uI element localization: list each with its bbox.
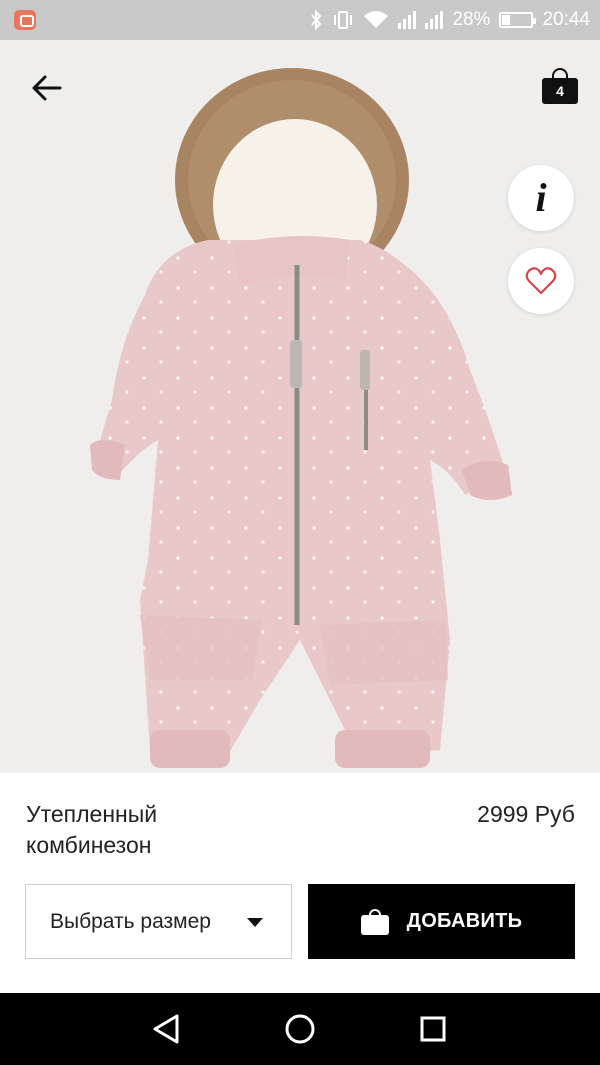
info-icon: i (535, 175, 547, 220)
product-price: 2999 Руб (477, 801, 575, 827)
battery-percent: 28% (452, 9, 491, 30)
nav-back-button[interactable] (146, 1011, 186, 1047)
system-icons: 28% 20:44 (309, 0, 590, 40)
favorite-button[interactable] (508, 248, 574, 314)
bluetooth-icon (311, 9, 322, 31)
cart-button[interactable]: 4 (540, 66, 580, 110)
battery-icon (499, 12, 537, 28)
cart-count-badge: 4 (542, 78, 578, 104)
product-panel: Утепленный комбинезон 2999 Руб Выбрать р… (0, 773, 600, 993)
signal-icon (398, 11, 417, 29)
back-button[interactable] (22, 66, 72, 110)
vibrate-icon (334, 11, 353, 29)
add-to-cart-button[interactable]: ДОБАВИТЬ (308, 884, 575, 959)
arrow-left-icon (32, 75, 62, 101)
signal-icon (425, 11, 444, 29)
triangle-back-icon (153, 1014, 179, 1044)
heart-outline-icon (525, 267, 557, 295)
product-image-area: 4 i (0, 40, 600, 773)
status-bar: 28% 20:44 (0, 0, 600, 40)
product-image[interactable] (0, 40, 600, 773)
add-to-cart-label: ДОБАВИТЬ (406, 910, 523, 932)
wifi-icon (364, 11, 389, 28)
nav-home-button[interactable] (280, 1011, 320, 1047)
size-select-label: Выбрать размер (50, 909, 211, 933)
shopping-bag-icon (360, 908, 389, 935)
caret-down-icon (247, 918, 263, 927)
circle-home-icon (285, 1014, 315, 1044)
square-recents-icon (420, 1016, 446, 1042)
navigation-bar (0, 993, 600, 1065)
info-button[interactable]: i (508, 165, 574, 231)
nav-recents-button[interactable] (413, 1011, 453, 1047)
size-select[interactable]: Выбрать размер (25, 884, 292, 959)
notification-app-icon (14, 10, 36, 30)
product-title: Утепленный комбинезон (26, 801, 158, 858)
clock: 20:44 (542, 9, 590, 30)
